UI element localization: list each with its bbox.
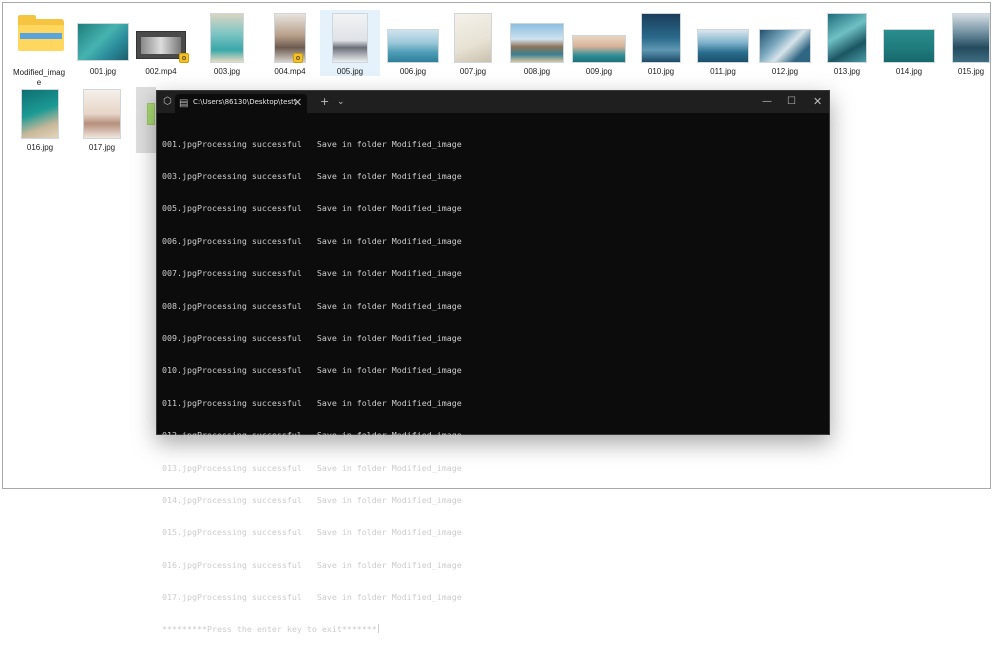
image-thumbnail (210, 13, 244, 63)
close-icon[interactable]: ✕ (293, 96, 302, 110)
file-item-006[interactable]: 006.jpg (383, 11, 443, 81)
image-thumbnail (332, 13, 368, 63)
file-item-011[interactable]: 011.jpg (693, 11, 753, 81)
image-thumbnail (759, 29, 811, 63)
file-label: 010.jpg (647, 67, 675, 76)
maximize-icon[interactable]: ☐ (787, 95, 796, 109)
file-label: 009.jpg (585, 67, 613, 76)
terminal-line: 001.jpgProcessing successful Save in fol… (162, 138, 462, 149)
file-item-002[interactable]: 002.mp4 (131, 11, 191, 81)
image-thumbnail (952, 13, 990, 63)
file-item-013[interactable]: 013.jpg (817, 11, 877, 81)
terminal-tab[interactable]: ▤ C:\Users\86130\Desktop\test\ ✕ (175, 94, 307, 113)
terminal-line: 013.jpgProcessing successful Save in fol… (162, 462, 462, 473)
file-item-hidden[interactable] (136, 87, 156, 153)
explorer-window: Modified_image 001.jpg 002.mp4 003.jpg 0… (2, 2, 991, 635)
file-label: 012.jpg (771, 67, 799, 76)
file-item-017[interactable]: 017.jpg (72, 87, 132, 157)
terminal-line: 005.jpgProcessing successful Save in fol… (162, 203, 462, 214)
image-thumbnail (454, 13, 492, 63)
terminal-line: 015.jpgProcessing successful Save in fol… (162, 527, 462, 538)
file-item-003[interactable]: 003.jpg (197, 11, 257, 81)
terminal-titlebar[interactable]: ⬡ ▤ C:\Users\86130\Desktop\test\ ✕ + ⌄ —… (157, 91, 829, 113)
terminal-line: 017.jpgProcessing successful Save in fol… (162, 592, 462, 603)
file-label: 008.jpg (523, 67, 551, 76)
file-item-008[interactable]: 008.jpg (507, 11, 567, 81)
image-thumbnail (572, 35, 626, 63)
terminal-line: 009.jpgProcessing successful Save in fol… (162, 332, 462, 343)
text-cursor (377, 624, 379, 634)
file-item-014[interactable]: 014.jpg (879, 11, 939, 81)
terminal-line: 011.jpgProcessing successful Save in fol… (162, 397, 462, 408)
file-item-007[interactable]: 007.jpg (443, 11, 503, 81)
file-label: 005.jpg (336, 67, 364, 76)
image-thumbnail (697, 29, 749, 63)
play-badge-icon (293, 53, 303, 63)
file-label: 013.jpg (833, 67, 861, 76)
file-label: 006.jpg (399, 67, 427, 76)
minimize-icon[interactable]: — (762, 95, 772, 109)
image-thumbnail (387, 29, 439, 63)
file-label: 017.jpg (88, 143, 116, 152)
terminal-output[interactable]: 001.jpgProcessing successful Save in fol… (162, 117, 824, 635)
terminal-line: 010.jpgProcessing successful Save in fol… (162, 365, 462, 376)
file-item-005[interactable]: 005.jpg (320, 10, 380, 76)
image-thumbnail (827, 13, 867, 63)
image-thumbnail (147, 103, 155, 125)
file-item-modified-image[interactable]: Modified_image (10, 11, 68, 89)
play-badge-icon (179, 53, 189, 63)
terminal-line: 008.jpgProcessing successful Save in fol… (162, 300, 462, 311)
shield-icon: ⬡ (163, 96, 172, 107)
close-icon[interactable]: ✕ (813, 95, 822, 109)
file-item-016[interactable]: 016.jpg (10, 87, 70, 157)
file-label: 007.jpg (459, 67, 487, 76)
terminal-prompt-line: *********Press the enter key to exit****… (162, 624, 824, 635)
file-item-015[interactable]: 015.jpg (941, 11, 995, 81)
image-thumbnail (83, 89, 121, 139)
plus-icon[interactable]: + (320, 95, 329, 109)
file-item-001[interactable]: 001.jpg (73, 11, 133, 81)
chevron-down-icon[interactable]: ⌄ (337, 95, 345, 109)
image-thumbnail (21, 89, 59, 139)
image-thumbnail (883, 29, 935, 63)
file-label: 003.jpg (213, 67, 241, 76)
terminal-line: 016.jpgProcessing successful Save in fol… (162, 559, 462, 570)
tab-title: C:\Users\86130\Desktop\test\ (193, 98, 297, 106)
file-label: 016.jpg (26, 143, 54, 152)
terminal-line: 012.jpgProcessing successful Save in fol… (162, 430, 462, 441)
file-item-012[interactable]: 012.jpg (755, 11, 815, 81)
file-label: 014.jpg (895, 67, 923, 76)
image-thumbnail (77, 23, 129, 61)
terminal-window[interactable]: ⬡ ▤ C:\Users\86130\Desktop\test\ ✕ + ⌄ —… (156, 90, 830, 635)
terminal-line: 006.jpgProcessing successful Save in fol… (162, 235, 462, 246)
terminal-line: 007.jpgProcessing successful Save in fol… (162, 268, 462, 279)
file-label: 015.jpg (957, 67, 985, 76)
file-label: 001.jpg (89, 67, 117, 76)
file-label: Modified_image (12, 68, 66, 87)
terminal-icon: ▤ (179, 98, 189, 109)
file-label: 002.mp4 (145, 67, 177, 76)
terminal-line: 003.jpgProcessing successful Save in fol… (162, 170, 462, 181)
file-item-010[interactable]: 010.jpg (631, 11, 691, 81)
file-item-004[interactable]: 004.mp4 (260, 11, 320, 81)
file-label: 011.jpg (710, 67, 736, 76)
file-item-009[interactable]: 009.jpg (569, 11, 629, 81)
terminal-line: 014.jpgProcessing successful Save in fol… (162, 494, 462, 505)
terminal-prompt: *********Press the enter key to exit****… (162, 624, 377, 635)
image-thumbnail (641, 13, 681, 63)
image-thumbnail (510, 23, 564, 63)
file-label: 004.mp4 (274, 67, 306, 76)
